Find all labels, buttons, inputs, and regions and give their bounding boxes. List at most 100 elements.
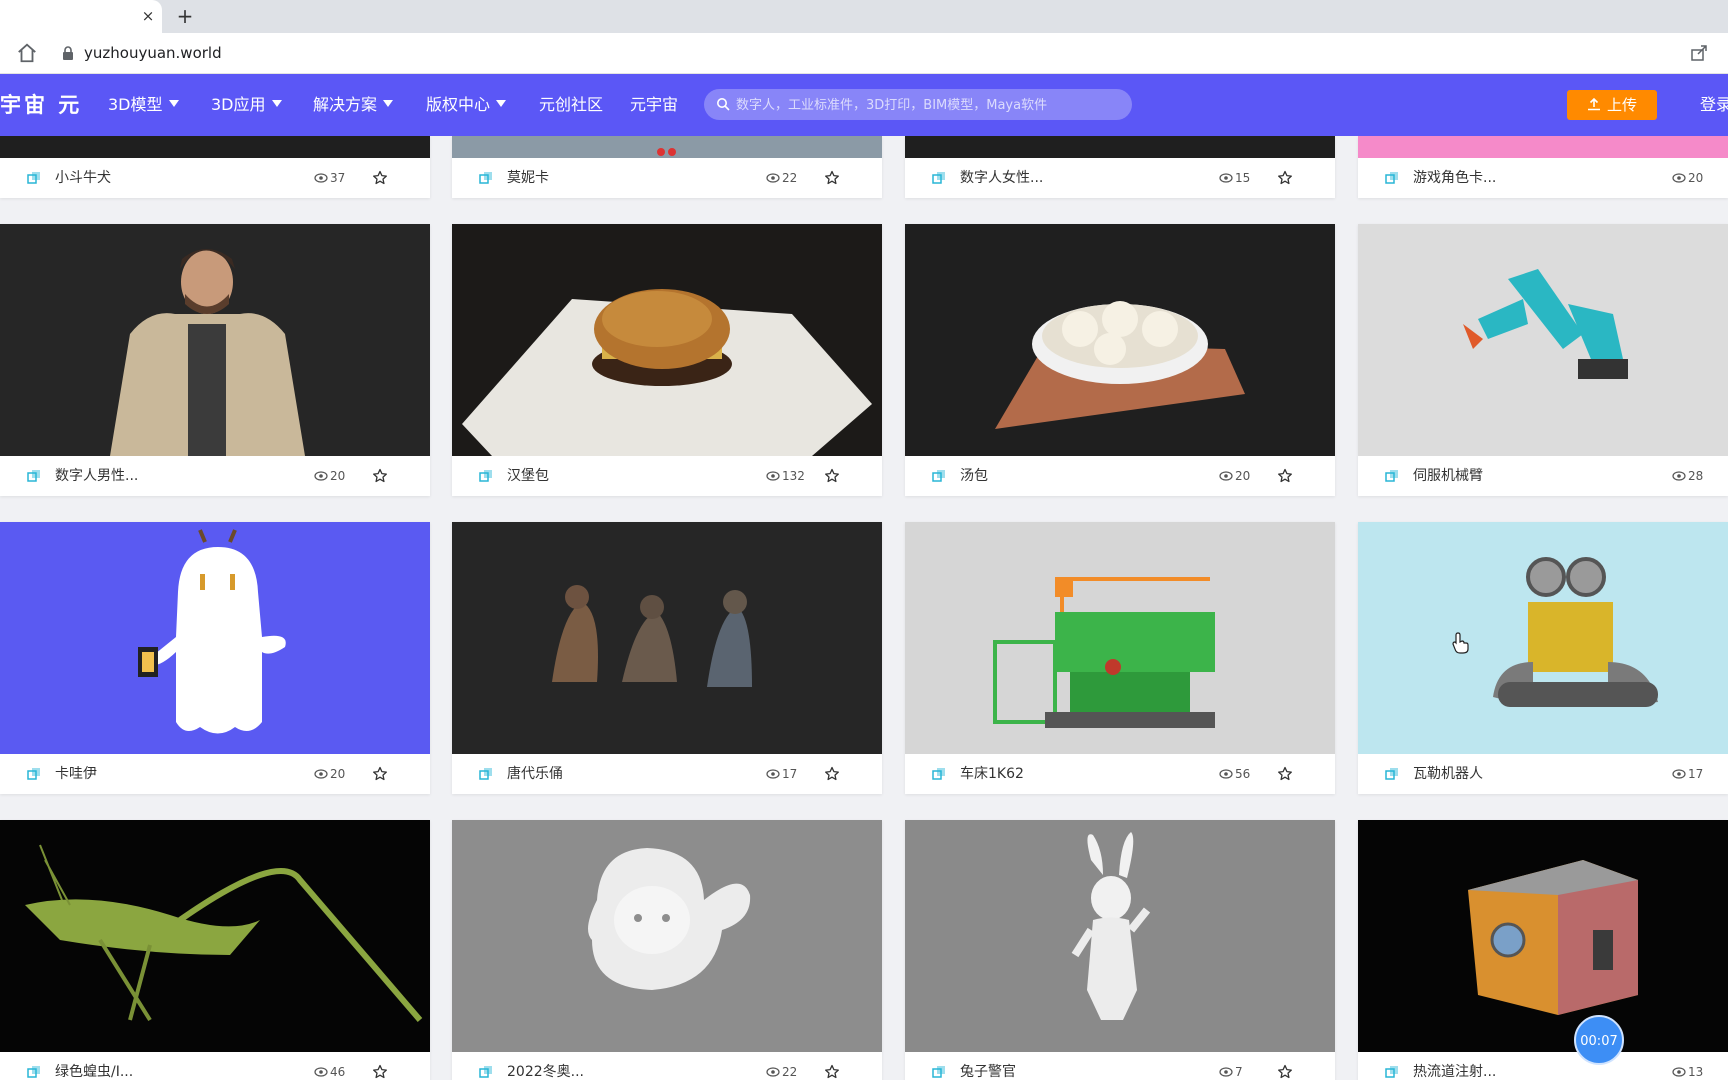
home-icon[interactable] bbox=[16, 42, 38, 64]
share-icon[interactable] bbox=[1690, 44, 1708, 62]
model-title: 莫妮卡 bbox=[507, 170, 549, 186]
nav-metaverse[interactable]: 元宇宙 bbox=[630, 94, 678, 116]
eye-icon bbox=[766, 768, 780, 779]
favorite-star-icon[interactable] bbox=[824, 766, 840, 782]
model-card[interactable]: 数字人女性... 15 bbox=[905, 136, 1335, 198]
favorite-star-icon[interactable] bbox=[372, 766, 388, 782]
model-card[interactable]: 兔子警官 7 bbox=[905, 820, 1335, 1080]
favorite-star-icon[interactable] bbox=[372, 170, 388, 186]
nav-3d-apps[interactable]: 3D应用 bbox=[211, 94, 282, 116]
model-card[interactable]: 唐代乐俑 17 bbox=[452, 522, 882, 794]
favorite-star-icon[interactable] bbox=[824, 170, 840, 186]
nav-item-label: 解决方案 bbox=[313, 95, 378, 114]
favorite-star-icon[interactable] bbox=[824, 1064, 840, 1080]
model-thumbnail bbox=[905, 820, 1335, 1052]
site-logo[interactable]: 宇宙 元 bbox=[0, 91, 82, 119]
model-type-icon bbox=[479, 768, 492, 780]
model-thumbnail bbox=[905, 224, 1335, 456]
view-count: 37 bbox=[314, 168, 345, 188]
search-input[interactable] bbox=[734, 89, 1128, 122]
view-count: 20 bbox=[314, 466, 345, 486]
model-card[interactable]: 游戏角色卡... 20 bbox=[1358, 136, 1728, 198]
nav-item-label: 3D模型 bbox=[108, 95, 163, 114]
favorite-star-icon[interactable] bbox=[1277, 766, 1293, 782]
favorite-star-icon[interactable] bbox=[1277, 468, 1293, 484]
model-card[interactable]: 热流道注射... 13 bbox=[1358, 820, 1728, 1080]
model-grid: 小斗牛犬 37 莫妮卡 22 数字人女性... 15 游戏角色卡... 20 数… bbox=[0, 136, 1728, 1080]
model-card[interactable]: 车床1K62 56 bbox=[905, 522, 1335, 794]
upload-button[interactable]: 上传 bbox=[1567, 90, 1657, 120]
eye-icon bbox=[766, 470, 780, 481]
eye-icon bbox=[314, 768, 328, 779]
model-card[interactable]: 小斗牛犬 37 bbox=[0, 136, 430, 198]
model-type-icon bbox=[1385, 1066, 1398, 1078]
model-thumbnail bbox=[905, 522, 1335, 754]
model-type-icon bbox=[479, 1066, 492, 1078]
model-card[interactable]: 绿色蝗虫/I... 46 bbox=[0, 820, 430, 1080]
model-card[interactable]: 汤包 20 bbox=[905, 224, 1335, 496]
favorite-star-icon[interactable] bbox=[372, 1064, 388, 1080]
view-count-value: 46 bbox=[330, 1065, 346, 1079]
model-card[interactable]: 数字人男性... 20 bbox=[0, 224, 430, 496]
search-bar[interactable] bbox=[704, 89, 1132, 122]
nav-3d-models[interactable]: 3D模型 bbox=[108, 94, 179, 116]
card-info: 汤包 20 bbox=[905, 456, 1335, 496]
view-count-value: 20 bbox=[1688, 171, 1704, 185]
upload-icon bbox=[1587, 97, 1600, 110]
model-title: 小斗牛犬 bbox=[55, 170, 111, 186]
model-card[interactable]: 卡哇伊 20 bbox=[0, 522, 430, 794]
card-info: 2022冬奥... 22 bbox=[452, 1052, 882, 1080]
search-icon bbox=[717, 98, 730, 111]
caret-down-icon bbox=[168, 100, 179, 107]
favorite-star-icon[interactable] bbox=[372, 468, 388, 484]
card-info: 唐代乐俑 17 bbox=[452, 754, 882, 794]
eye-icon bbox=[1672, 172, 1686, 183]
browser-tab[interactable]: × bbox=[0, 0, 162, 33]
lock-icon[interactable] bbox=[62, 46, 74, 60]
model-thumbnail bbox=[452, 136, 882, 158]
model-thumbnail bbox=[0, 820, 430, 1052]
nav-copyright-center[interactable]: 版权中心 bbox=[426, 94, 507, 116]
model-card[interactable]: 汉堡包 132 bbox=[452, 224, 882, 496]
favorite-star-icon[interactable] bbox=[1277, 1064, 1293, 1080]
model-title: 2022冬奥... bbox=[507, 1064, 584, 1080]
eye-icon bbox=[314, 172, 328, 183]
model-thumbnail bbox=[0, 136, 430, 158]
nav-community[interactable]: 元创社区 bbox=[539, 94, 603, 116]
caret-down-icon bbox=[271, 100, 282, 107]
model-title: 数字人男性... bbox=[55, 468, 139, 484]
eye-icon bbox=[1219, 470, 1233, 481]
new-tab-button[interactable]: + bbox=[174, 5, 196, 27]
model-thumbnail bbox=[1358, 820, 1728, 1052]
view-count: 20 bbox=[1672, 168, 1703, 188]
model-card[interactable]: 2022冬奥... 22 bbox=[452, 820, 882, 1080]
eye-icon bbox=[1672, 470, 1686, 481]
card-info: 伺服机械臂 28 bbox=[1358, 456, 1728, 496]
eye-icon bbox=[766, 1066, 780, 1077]
model-title: 瓦勒机器人 bbox=[1413, 766, 1483, 782]
model-title: 数字人女性... bbox=[960, 170, 1044, 186]
card-info: 汉堡包 132 bbox=[452, 456, 882, 496]
model-card[interactable]: 伺服机械臂 28 bbox=[1358, 224, 1728, 496]
model-type-icon bbox=[27, 172, 40, 184]
nav-item-label: 版权中心 bbox=[426, 95, 491, 114]
model-thumbnail bbox=[905, 136, 1335, 158]
eye-icon bbox=[1219, 768, 1233, 779]
model-card[interactable]: 莫妮卡 22 bbox=[452, 136, 882, 198]
view-count-value: 20 bbox=[330, 469, 346, 483]
caret-down-icon bbox=[383, 100, 394, 107]
view-count-value: 13 bbox=[1688, 1065, 1704, 1079]
view-count-value: 132 bbox=[782, 469, 805, 483]
nav-solutions[interactable]: 解决方案 bbox=[313, 94, 394, 116]
model-title: 伺服机械臂 bbox=[1413, 468, 1483, 484]
model-type-icon bbox=[479, 172, 492, 184]
eye-icon bbox=[1219, 172, 1233, 183]
favorite-star-icon[interactable] bbox=[824, 468, 840, 484]
login-link[interactable]: 登录 bbox=[1700, 93, 1728, 117]
favorite-star-icon[interactable] bbox=[1277, 170, 1293, 186]
model-card[interactable]: 瓦勒机器人 17 bbox=[1358, 522, 1728, 794]
url-field[interactable]: yuzhouyuan.world bbox=[84, 43, 222, 63]
nav-item-label: 元创社区 bbox=[539, 95, 604, 114]
model-thumbnail bbox=[1358, 522, 1728, 754]
tab-close-icon[interactable]: × bbox=[138, 6, 158, 26]
